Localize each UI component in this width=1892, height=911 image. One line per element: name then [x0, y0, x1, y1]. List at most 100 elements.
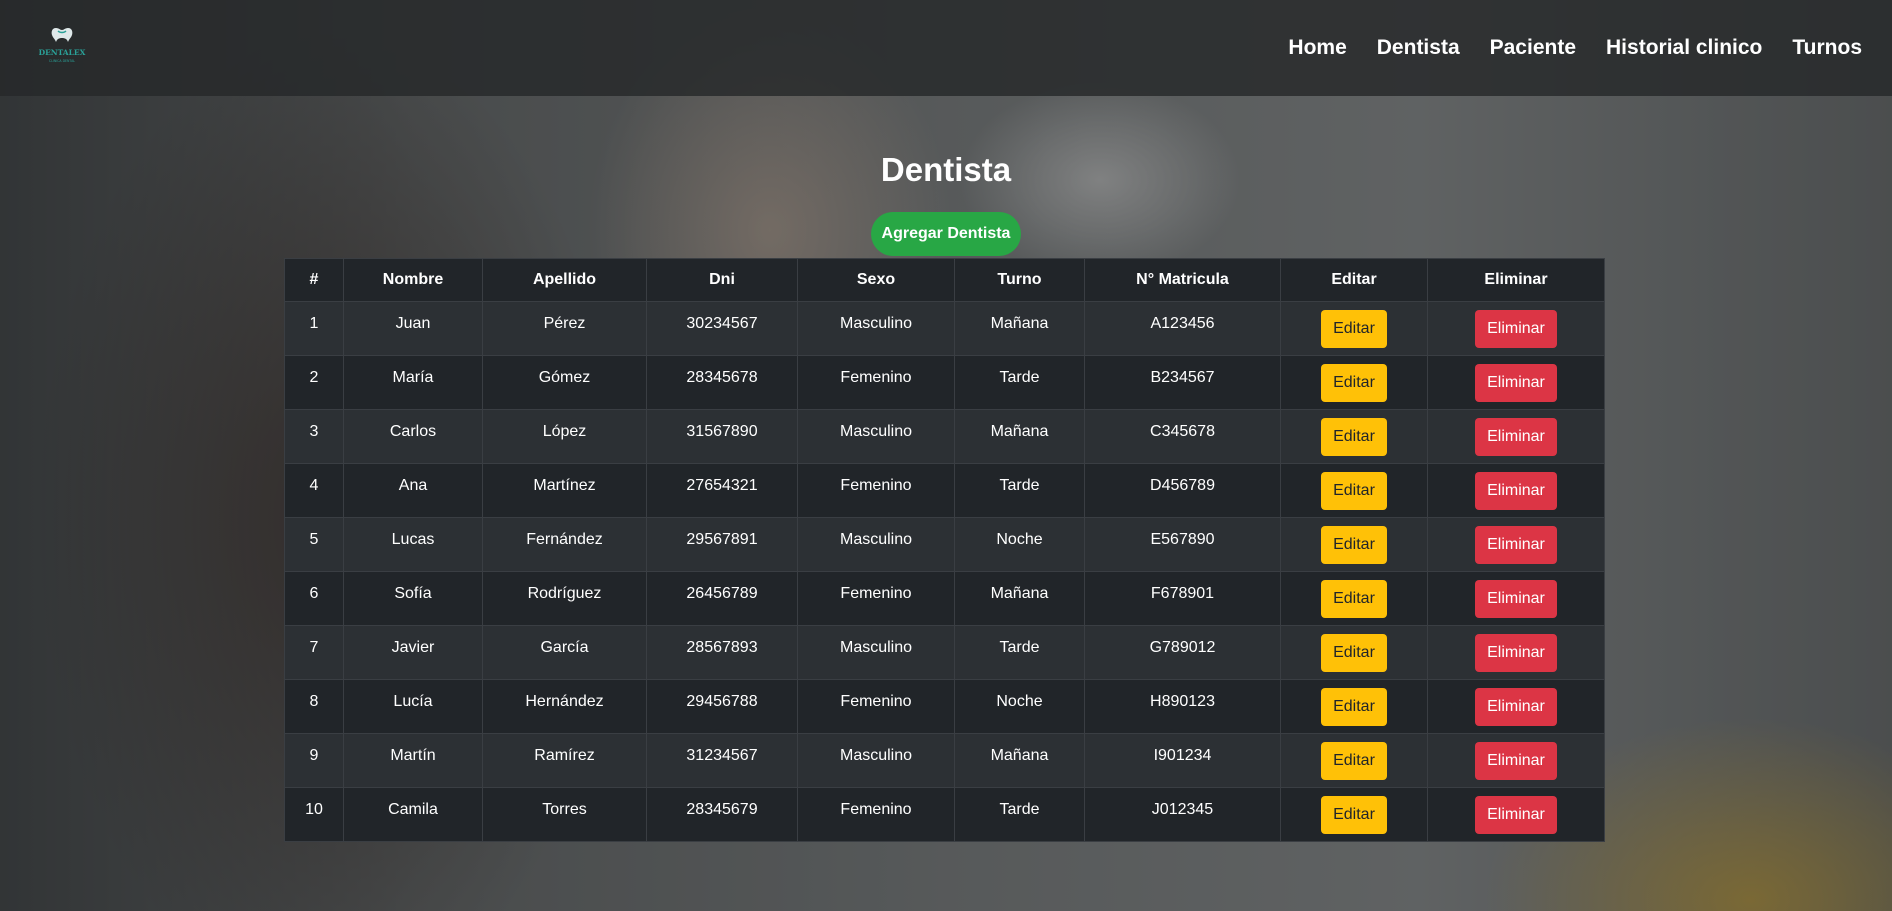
table-header: # Nombre Apellido Dni Sexo Turno N° Matr… [284, 258, 1605, 302]
cell-sexo: Masculino [797, 301, 955, 356]
cell-turno: Mañana [954, 301, 1085, 356]
cell-matricula: B234567 [1084, 355, 1281, 410]
brand-logo[interactable]: DENTALEX CLINICA DENTAL [38, 26, 86, 66]
cell-number: 8 [284, 679, 344, 734]
cell-eliminar: Eliminar [1427, 787, 1605, 842]
cell-number: 6 [284, 571, 344, 626]
cell-matricula: D456789 [1084, 463, 1281, 518]
cell-dni: 28345678 [646, 355, 798, 410]
cell-editar: Editar [1280, 679, 1428, 734]
table-row: 5 Lucas Fernández 29567891 Masculino Noche E56… [284, 517, 1605, 572]
nav-link-paciente[interactable]: Paciente [1490, 36, 1576, 60]
cell-editar: Editar [1280, 625, 1428, 680]
table-row: 8 Lucía Hernández 29456788 Femenino Noche H890… [284, 679, 1605, 734]
delete-button[interactable]: Eliminar [1475, 310, 1557, 348]
nav-link-home[interactable]: Home [1288, 36, 1346, 60]
cell-editar: Editar [1280, 355, 1428, 410]
cell-eliminar: Eliminar [1427, 463, 1605, 518]
delete-button[interactable]: Eliminar [1475, 526, 1557, 564]
column-header-turno: Turno [954, 258, 1085, 302]
delete-button[interactable]: Eliminar [1475, 472, 1557, 510]
cell-eliminar: Eliminar [1427, 625, 1605, 680]
column-header-dni: Dni [646, 258, 798, 302]
cell-dni: 29456788 [646, 679, 798, 734]
cell-sexo: Masculino [797, 409, 955, 464]
cell-nombre: Juan [343, 301, 483, 356]
column-header-nombre: Nombre [343, 258, 483, 302]
page-title: Dentista [880, 151, 1012, 188]
table-row: 10 Camila Torres 28345679 Femenino Tarde J0123… [284, 787, 1605, 842]
column-header-editar: Editar [1280, 258, 1428, 302]
cell-nombre: Lucas [343, 517, 483, 572]
edit-button[interactable]: Editar [1321, 634, 1387, 672]
cell-nombre: María [343, 355, 483, 410]
cell-apellido: Fernández [482, 517, 647, 572]
add-button-container: Agregar Dentista [0, 212, 1892, 256]
cell-matricula: E567890 [1084, 517, 1281, 572]
tooth-icon [51, 28, 73, 42]
delete-button[interactable]: Eliminar [1475, 742, 1557, 780]
delete-button[interactable]: Eliminar [1475, 418, 1557, 456]
edit-button[interactable]: Editar [1321, 526, 1387, 564]
cell-turno: Tarde [954, 463, 1085, 518]
cell-editar: Editar [1280, 409, 1428, 464]
delete-button[interactable]: Eliminar [1475, 364, 1557, 402]
cell-dni: 30234567 [646, 301, 798, 356]
cell-matricula: C345678 [1084, 409, 1281, 464]
delete-button[interactable]: Eliminar [1475, 580, 1557, 618]
main-content: Dentista Agregar Dentista # Nombre Apell… [0, 96, 1892, 842]
cell-dni: 28345679 [646, 787, 798, 842]
cell-apellido: López [482, 409, 647, 464]
edit-button[interactable]: Editar [1321, 418, 1387, 456]
cell-turno: Noche [954, 679, 1085, 734]
delete-button[interactable]: Eliminar [1475, 796, 1557, 834]
cell-nombre: Ana [343, 463, 483, 518]
cell-sexo: Femenino [797, 679, 955, 734]
edit-button[interactable]: Editar [1321, 688, 1387, 726]
cell-eliminar: Eliminar [1427, 733, 1605, 788]
add-dentist-button[interactable]: Agregar Dentista [870, 212, 1022, 256]
cell-sexo: Masculino [797, 625, 955, 680]
table-body: 1 Juan Pérez 30234567 Masculino Mañana A123456… [284, 301, 1605, 842]
cell-nombre: Carlos [343, 409, 483, 464]
cell-editar: Editar [1280, 517, 1428, 572]
dentist-table: # Nombre Apellido Dni Sexo Turno N° Matr… [284, 258, 1605, 842]
nav-link-historial-clinico[interactable]: Historial clinico [1606, 36, 1762, 60]
cell-eliminar: Eliminar [1427, 301, 1605, 356]
cell-sexo: Femenino [797, 787, 955, 842]
delete-button[interactable]: Eliminar [1475, 634, 1557, 672]
edit-button[interactable]: Editar [1321, 472, 1387, 510]
cell-turno: Mañana [954, 571, 1085, 626]
nav-link-dentista[interactable]: Dentista [1377, 36, 1460, 60]
edit-button[interactable]: Editar [1321, 742, 1387, 780]
cell-dni: 27654321 [646, 463, 798, 518]
cell-turno: Tarde [954, 625, 1085, 680]
edit-button[interactable]: Editar [1321, 580, 1387, 618]
cell-sexo: Femenino [797, 355, 955, 410]
cell-turno: Tarde [954, 355, 1085, 410]
cell-editar: Editar [1280, 733, 1428, 788]
cell-editar: Editar [1280, 571, 1428, 626]
cell-apellido: Martínez [482, 463, 647, 518]
cell-turno: Mañana [954, 409, 1085, 464]
table-row: 7 Javier García 28567893 Masculino Tarde G7890… [284, 625, 1605, 680]
edit-button[interactable]: Editar [1321, 796, 1387, 834]
cell-nombre: Lucía [343, 679, 483, 734]
nav-links: Home Dentista Paciente Historial clinico… [1288, 0, 1862, 96]
nav-link-turnos[interactable]: Turnos [1792, 36, 1862, 60]
cell-matricula: A123456 [1084, 301, 1281, 356]
cell-apellido: García [482, 625, 647, 680]
cell-editar: Editar [1280, 301, 1428, 356]
cell-apellido: Hernández [482, 679, 647, 734]
cell-number: 5 [284, 517, 344, 572]
edit-button[interactable]: Editar [1321, 364, 1387, 402]
delete-button[interactable]: Eliminar [1475, 688, 1557, 726]
cell-dni: 28567893 [646, 625, 798, 680]
cell-nombre: Camila [343, 787, 483, 842]
table-row: 6 Sofía Rodríguez 26456789 Femenino Mañana F67… [284, 571, 1605, 626]
cell-turno: Mañana [954, 733, 1085, 788]
table-row: 9 Martín Ramírez 31234567 Masculino Mañana I90… [284, 733, 1605, 788]
table-row: 1 Juan Pérez 30234567 Masculino Mañana A123456… [284, 301, 1605, 356]
edit-button[interactable]: Editar [1321, 310, 1387, 348]
column-header-matricula: N° Matricula [1084, 258, 1281, 302]
